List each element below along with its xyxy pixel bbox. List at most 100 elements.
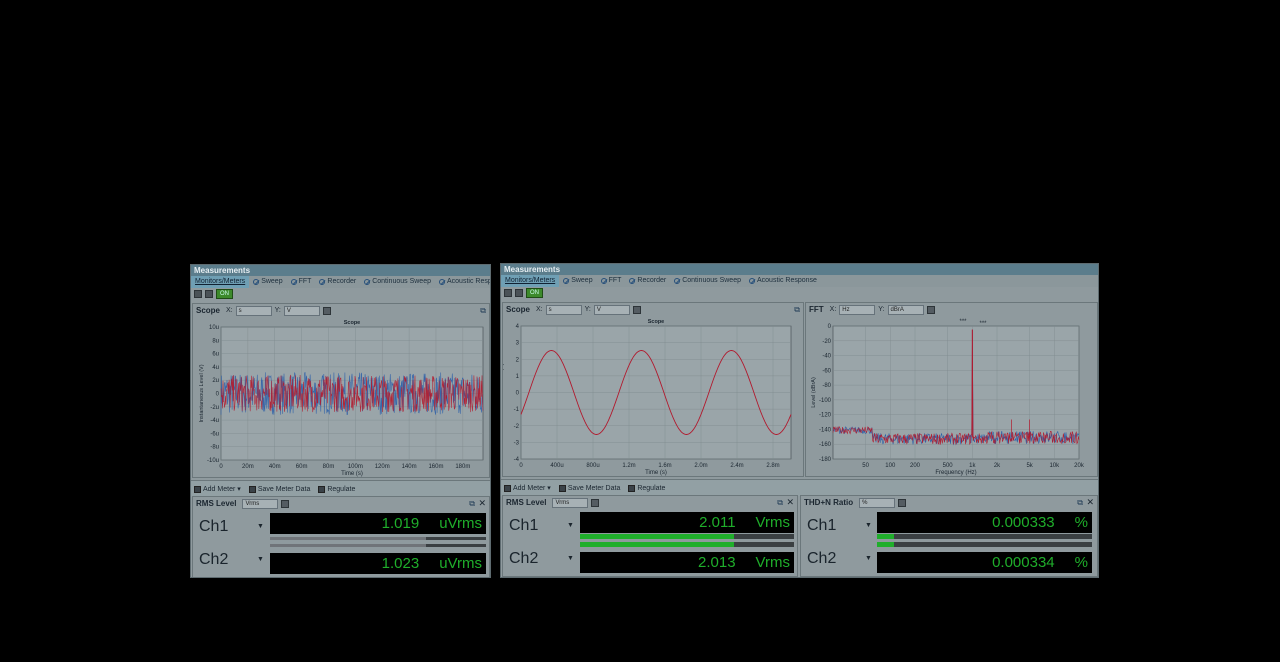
popout-icon[interactable]: ⧉ <box>480 306 486 316</box>
disabled-icon <box>319 279 326 285</box>
layout-icon[interactable] <box>194 290 202 298</box>
panel-title: RMS Level <box>196 499 237 508</box>
unit-select[interactable]: Vrms <box>242 498 279 509</box>
close-icon[interactable]: ✕ <box>1086 497 1094 508</box>
settings-icon[interactable] <box>322 306 331 315</box>
popout-icon[interactable]: ⧉ <box>1077 498 1083 508</box>
close-icon[interactable]: ✕ <box>786 497 794 508</box>
scope-header: Scope X: s Y: V <box>503 303 803 316</box>
x-unit-select[interactable]: s <box>545 304 582 315</box>
on-toggle[interactable]: ON <box>526 288 543 298</box>
regulate-button[interactable]: Regulate <box>318 485 355 493</box>
x-axis-title: Time (s) <box>341 471 363 477</box>
layout-icon[interactable] <box>504 289 512 297</box>
add-icon <box>194 485 201 493</box>
x-unit-select[interactable]: s <box>235 305 272 316</box>
settings-icon[interactable] <box>281 499 290 508</box>
tab-recorder[interactable]: Recorder <box>625 275 670 287</box>
x-tick-label: 40m <box>269 464 281 470</box>
meter-header: RMS Level Vrms <box>503 496 797 509</box>
y-tick-label: -60 <box>822 368 831 374</box>
settings-icon[interactable] <box>632 305 641 314</box>
disabled-icon <box>629 278 636 284</box>
unit-select[interactable]: % <box>859 497 896 508</box>
save-meter-data-button[interactable]: Save Meter Data <box>558 484 621 492</box>
x-unit-select[interactable]: Hz <box>839 304 876 315</box>
ch1-bar-track <box>877 534 1092 539</box>
popout-icon[interactable]: ⧉ <box>469 499 475 509</box>
x-tick-label: 1.2m <box>622 463 635 469</box>
y-tick-label: 3 <box>516 341 520 347</box>
tab-sweep[interactable]: Sweep <box>249 276 286 288</box>
y-axis-title: Instantaneous Level (V) <box>503 363 505 421</box>
ch1-readout: 2.011 Vrms <box>580 512 794 533</box>
tab-monitors-meters[interactable]: Monitors/Meters <box>191 276 250 288</box>
y-tick-label: -8u <box>210 445 219 451</box>
y-tick-label: -1 <box>514 407 520 413</box>
tab-acoustic-response[interactable]: Acoustic Response <box>435 276 490 288</box>
tab-acoustic-response[interactable]: Acoustic Response <box>745 275 821 287</box>
tab-sweep[interactable]: Sweep <box>559 275 596 287</box>
save-meter-data-button[interactable]: Save Meter Data <box>248 485 310 493</box>
add-meter-button[interactable]: Add Meter ▾ <box>504 484 551 492</box>
tab-label: Sweep <box>571 277 593 284</box>
channel-label: Ch2 <box>807 549 837 567</box>
tab-continuous-sweep[interactable]: Continuous Sweep <box>670 275 745 287</box>
y-unit-select[interactable]: V <box>593 304 630 315</box>
measurement-tabs: Monitors/Meters Sweep FFT Recorder Conti… <box>501 275 1098 287</box>
x-tick-label: 2.0m <box>694 463 707 469</box>
settings-icon[interactable] <box>898 498 907 507</box>
chevron-down-icon[interactable]: ▼ <box>257 523 269 530</box>
on-toggle[interactable]: ON <box>216 289 233 299</box>
x-tick-label: 100m <box>348 464 363 470</box>
tab-monitors-meters[interactable]: Monitors/Meters <box>501 275 560 287</box>
chevron-down-icon[interactable]: ▼ <box>257 556 269 563</box>
chevron-down-icon[interactable]: ▼ <box>567 522 579 529</box>
chevron-down-icon[interactable]: ▼ <box>865 522 877 529</box>
y-tick-label: -10u <box>207 458 219 464</box>
settings-icon[interactable] <box>926 305 935 314</box>
x-tick-label: 800u <box>586 463 599 469</box>
y-tick-label: -80 <box>822 383 831 389</box>
unit-select[interactable]: Vrms <box>552 497 589 508</box>
y-tick-label: -40 <box>822 354 831 360</box>
chevron-down-icon[interactable]: ▼ <box>865 555 877 562</box>
channel-label: Ch2 <box>509 549 539 567</box>
measurement-tabs: Monitors/Meters Sweep FFT Recorder Conti… <box>191 276 490 288</box>
add-meter-button[interactable]: Add Meter ▾ <box>194 485 241 493</box>
x-axis-title: Frequency (Hz) <box>935 470 976 476</box>
x-tick-label: 0 <box>519 463 523 469</box>
tab-recorder[interactable]: Recorder <box>315 276 360 288</box>
tab-fft[interactable]: FFT <box>597 275 626 287</box>
settings-icon[interactable] <box>591 498 600 507</box>
y-tick-label: -20 <box>822 339 831 345</box>
measurements-window-right: Measurements Monitors/Meters Sweep FFT R… <box>500 263 1099 578</box>
y-tick-label: 6u <box>212 352 219 358</box>
ch2-bar-fill <box>270 544 426 547</box>
y-tick-label: -6u <box>210 431 219 437</box>
grid-icon[interactable] <box>515 289 523 297</box>
ch2-bar-fill <box>877 542 894 547</box>
y-unit-select[interactable]: dBrA <box>887 304 924 315</box>
y-tick-label: 8u <box>212 338 219 344</box>
close-icon[interactable]: ✕ <box>478 498 486 509</box>
button-label: Save Meter Data <box>567 484 621 492</box>
ch2-unit: uVrms <box>439 555 482 572</box>
disabled-icon <box>563 278 570 284</box>
popout-icon[interactable]: ⧉ <box>794 305 800 315</box>
regulate-button[interactable]: Regulate <box>628 484 665 492</box>
popout-icon[interactable]: ⧉ <box>777 498 783 508</box>
grid-icon[interactable] <box>205 290 213 298</box>
y-axis-label: Y: <box>274 307 281 314</box>
disabled-icon <box>438 279 445 285</box>
tab-fft[interactable]: FFT <box>287 276 316 288</box>
tab-continuous-sweep[interactable]: Continuous Sweep <box>360 276 435 288</box>
y-unit-select[interactable]: V <box>283 305 320 316</box>
y-tick-label: -2u <box>210 405 219 411</box>
y-axis-label: Y: <box>878 306 885 313</box>
window-title: Measurements <box>501 264 1098 275</box>
x-tick-label: 160m <box>428 464 443 470</box>
chevron-down-icon[interactable]: ▼ <box>567 555 579 562</box>
y-tick-label: -3 <box>514 440 520 446</box>
y-tick-label: -2 <box>514 424 520 430</box>
